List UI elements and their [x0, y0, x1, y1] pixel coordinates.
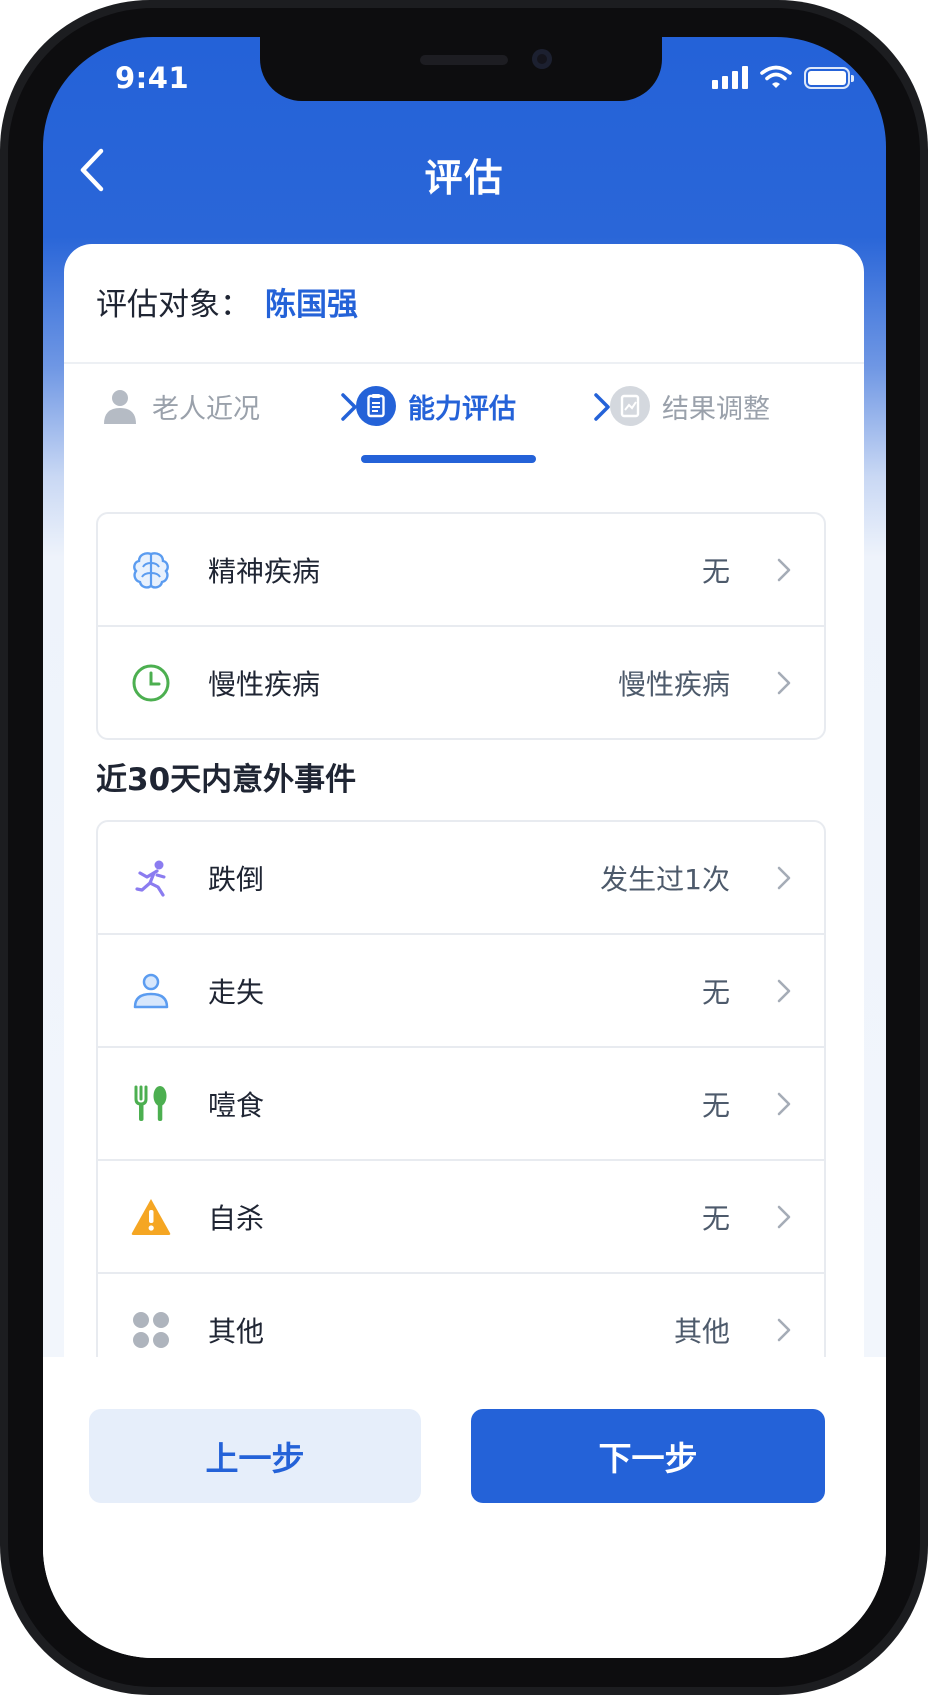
signal-icon: [712, 65, 748, 89]
subject-name: 陈国强: [265, 286, 358, 323]
bottom-action-bar: 上一步 下一步: [43, 1357, 886, 1658]
person-icon: [100, 386, 140, 426]
assessment-subject: 评估对象： 陈国强: [96, 276, 358, 326]
status-icons: [712, 65, 854, 89]
utensils-icon: [130, 1083, 172, 1125]
chevron-right-icon: [777, 1205, 791, 1228]
clock-icon: [130, 662, 172, 704]
list-item-suicide[interactable]: 自杀 无: [98, 1159, 824, 1272]
item-value: 发生过1次: [600, 862, 730, 896]
subject-label: 评估对象：: [96, 286, 251, 323]
step-indicator: 老人近况 能力评估 结果调整: [64, 369, 864, 469]
chevron-right-icon: [777, 558, 791, 581]
active-step-underline: [361, 455, 536, 463]
item-value: 慢性疾病: [617, 667, 730, 701]
item-label: 自杀: [208, 1201, 265, 1235]
next-step-button[interactable]: 下一步: [471, 1409, 825, 1503]
events-list: 跌倒 发生过1次 走失 无 噎食 无 自杀 无 其他 其他: [96, 820, 826, 1387]
front-camera: [532, 49, 552, 69]
item-label: 慢性疾病: [208, 667, 321, 701]
fall-person-icon: [130, 857, 172, 899]
item-value: 无: [701, 1201, 730, 1235]
item-label: 其他: [208, 1314, 265, 1348]
item-value: 无: [701, 554, 730, 588]
wifi-icon: [760, 65, 792, 88]
battery-icon: [804, 67, 854, 89]
list-item-lost[interactable]: 走失 无: [98, 933, 824, 1046]
item-value: 无: [701, 975, 730, 1009]
item-label: 跌倒: [208, 862, 265, 896]
chevron-right-icon: [777, 671, 791, 694]
list-item-chronic-illness[interactable]: 慢性疾病 慢性疾病: [98, 625, 824, 738]
step-elder-status[interactable]: 老人近况: [100, 381, 260, 431]
item-label: 走失: [208, 975, 265, 1009]
chevron-right-icon: [777, 1318, 791, 1341]
status-time: 9:41: [115, 61, 190, 95]
divider: [64, 362, 864, 364]
lost-person-icon: [130, 970, 172, 1012]
section-title: 近30天内意外事件: [96, 762, 357, 798]
page-title: 评估: [424, 156, 505, 200]
screen: 9:41 评估 评估对象： 陈国强 老人近况 能力评估 结果调整 精神疾病 无 …: [43, 37, 886, 1658]
item-label: 精神疾病: [208, 554, 321, 588]
item-value: 无: [701, 1088, 730, 1122]
chevron-right-icon: [777, 1092, 791, 1115]
grid-other-icon: [130, 1309, 172, 1351]
list-item-choking[interactable]: 噎食 无: [98, 1046, 824, 1159]
warning-icon: [130, 1196, 172, 1238]
assessment-card: 评估对象： 陈国强 老人近况 能力评估 结果调整 精神疾病 无 慢性疾病 慢性疾…: [64, 244, 864, 1394]
list-item-fall[interactable]: 跌倒 发生过1次: [98, 822, 824, 933]
disease-list: 精神疾病 无 慢性疾病 慢性疾病: [96, 512, 826, 740]
step-result-adjust[interactable]: 结果调整: [610, 381, 770, 431]
previous-step-button[interactable]: 上一步: [89, 1409, 421, 1503]
step-ability-assessment[interactable]: 能力评估: [356, 381, 516, 431]
chevron-right-icon: [777, 979, 791, 1002]
notch: [260, 37, 662, 101]
clipboard-icon: [356, 386, 396, 426]
chevron-right-icon: [777, 866, 791, 889]
step-label: 能力评估: [408, 393, 516, 425]
brain-icon: [130, 549, 172, 591]
step-label: 结果调整: [662, 393, 770, 425]
chart-report-icon: [610, 386, 650, 426]
item-label: 噎食: [208, 1088, 265, 1122]
item-value: 其他: [673, 1314, 730, 1348]
list-item-mental-illness[interactable]: 精神疾病 无: [98, 514, 824, 625]
notch-speaker: [420, 55, 508, 65]
step-label: 老人近况: [152, 393, 260, 425]
